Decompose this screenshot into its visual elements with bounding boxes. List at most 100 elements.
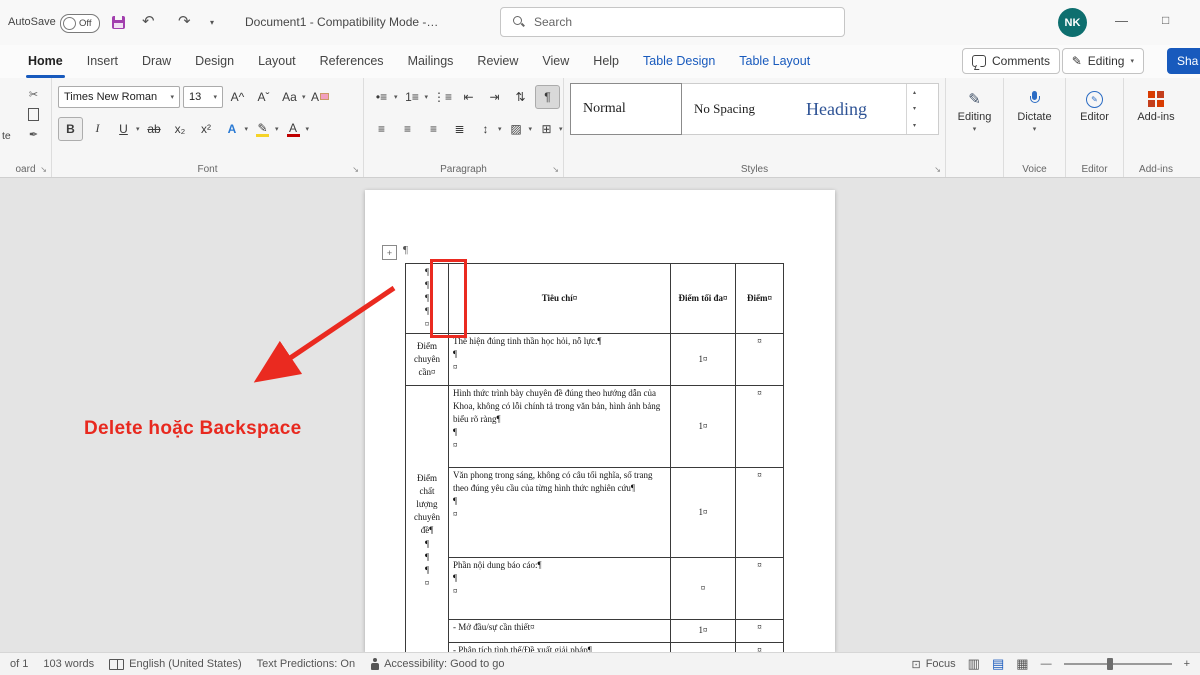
search-input[interactable]: Search <box>500 7 845 37</box>
paste-button-partial[interactable]: te <box>2 130 11 142</box>
borders-button[interactable]: ⊞ <box>535 118 558 140</box>
max-cell[interactable]: 1¤ <box>671 468 736 558</box>
tab-review[interactable]: Review <box>465 45 530 78</box>
max-cell[interactable]: 1¤ <box>671 386 736 468</box>
tab-home[interactable]: Home <box>16 45 75 78</box>
score-cell[interactable]: ¤ <box>736 468 784 558</box>
style-no-spacing[interactable]: No Spacing <box>682 84 794 134</box>
change-case-button[interactable]: Aa <box>278 86 301 108</box>
tab-draw[interactable]: Draw <box>130 45 183 78</box>
tab-references[interactable]: References <box>308 45 396 78</box>
redo-button[interactable]: ↷ <box>178 12 191 30</box>
justify-button[interactable]: ≣ <box>448 118 471 140</box>
tab-help[interactable]: Help <box>581 45 631 78</box>
line-spacing-button[interactable]: ↕ <box>474 118 497 140</box>
styles-more-button[interactable]: ▴ ▾ ▾ <box>906 84 922 134</box>
print-layout-button[interactable]: ▤ <box>992 656 1004 672</box>
text-effects-button[interactable]: A <box>221 118 244 140</box>
style-heading[interactable]: Heading <box>794 84 906 134</box>
bullets-button[interactable]: •≡ <box>370 86 393 108</box>
zoom-slider-thumb[interactable] <box>1107 658 1113 670</box>
max-cell[interactable]: ¤ <box>671 558 736 620</box>
tab-table-layout[interactable]: Table Layout <box>727 45 822 78</box>
max-cell[interactable]: 1¤ <box>671 643 736 653</box>
tab-design[interactable]: Design <box>183 45 246 78</box>
format-painter-icon[interactable]: ✒ <box>29 128 38 141</box>
tab-mailings[interactable]: Mailings <box>396 45 466 78</box>
undo-button[interactable]: ↶ <box>142 12 155 30</box>
avatar[interactable]: NK <box>1058 8 1087 37</box>
criteria-cell[interactable]: Thể hiện đúng tinh thần học hỏi, nỗ lực.… <box>449 334 671 386</box>
dictate-button[interactable]: Dictate ▾ <box>1010 83 1059 133</box>
clipboard-dialog-launcher[interactable]: ↘ <box>40 165 47 174</box>
word-count[interactable]: 103 words <box>43 658 94 670</box>
subscript-button[interactable]: x₂ <box>169 118 192 140</box>
share-button[interactable]: Sha <box>1167 48 1200 74</box>
score-cell[interactable]: ¤ <box>736 334 784 386</box>
criteria-cell[interactable]: - Phân tích tình thế/Đề xuất giải pháp¶ <box>449 643 671 653</box>
bold-button[interactable]: B <box>58 117 83 141</box>
editing-button[interactable]: ✎ Editing ▾ <box>952 83 997 133</box>
addins-button[interactable]: Add-ins <box>1130 83 1182 123</box>
criteria-cell[interactable]: - Mở đầu/sự cần thiết¤ <box>449 620 671 643</box>
font-dialog-launcher[interactable]: ↘ <box>352 165 359 174</box>
score-cell[interactable]: ¤ <box>736 643 784 653</box>
multilevel-list-button[interactable]: ⋮≡ <box>431 86 454 108</box>
zoom-in-button[interactable]: + <box>1184 658 1190 670</box>
score-cell[interactable]: ¤ <box>736 620 784 643</box>
show-hide-marks-button[interactable]: ¶ <box>535 85 560 109</box>
comments-button[interactable]: Comments <box>962 48 1060 74</box>
max-cell[interactable]: 1¤ <box>671 334 736 386</box>
row-group-label-cell[interactable]: Điểm chất lượng chuyên đề¶ ¶ ¶ ¶ ¤ <box>406 386 449 653</box>
read-mode-button[interactable]: ▥ <box>968 656 980 672</box>
table-move-handle[interactable]: + <box>382 245 397 260</box>
copy-icon[interactable] <box>28 108 39 121</box>
tab-insert[interactable]: Insert <box>75 45 130 78</box>
styles-dialog-launcher[interactable]: ↘ <box>934 165 941 174</box>
zoom-slider[interactable] <box>1064 663 1172 665</box>
header-criteria-cell[interactable]: Tiêu chí¤ <box>449 264 671 334</box>
increase-indent-button[interactable]: ⇥ <box>483 86 506 108</box>
proofing-button[interactable]: English (United States) <box>109 658 242 670</box>
restore-button[interactable]: □ <box>1162 13 1169 27</box>
numbering-button[interactable]: 1≡ <box>401 86 424 108</box>
shading-button[interactable]: ▨ <box>505 118 528 140</box>
page-indicator[interactable]: of 1 <box>10 658 28 670</box>
sort-button[interactable]: ⇅ <box>509 86 532 108</box>
web-layout-button[interactable]: ▦ <box>1016 656 1028 672</box>
editing-mode-button[interactable]: ✎ Editing ▾ <box>1062 48 1144 74</box>
strikethrough-button[interactable]: ab <box>143 118 166 140</box>
criteria-cell[interactable]: Hình thức trình bày chuyên đề đúng theo … <box>449 386 671 468</box>
quick-access-caret[interactable]: ▾ <box>210 18 214 27</box>
grow-font-button[interactable]: A^ <box>226 86 249 108</box>
align-center-button[interactable]: ≡ <box>396 118 419 140</box>
header-score-cell[interactable]: Điểm¤ <box>736 264 784 334</box>
accessibility-checker[interactable]: Accessibility: Good to go <box>370 658 504 671</box>
tab-view[interactable]: View <box>530 45 581 78</box>
tab-table-design[interactable]: Table Design <box>631 45 727 78</box>
autosave-toggle[interactable]: Off <box>60 14 100 33</box>
header-max-cell[interactable]: Điểm tối đa¤ <box>671 264 736 334</box>
paragraph-dialog-launcher[interactable]: ↘ <box>552 165 559 174</box>
highlight-color-button[interactable]: ✎ <box>251 118 274 140</box>
document-page[interactable]: + ¶ ¶ ¶ ¶ ¶ ¤ Tiêu chí¤ Điểm tối đa¤ Điể… <box>365 190 835 652</box>
align-left-button[interactable]: ≡ <box>370 118 393 140</box>
zoom-out-button[interactable]: — <box>1041 658 1052 670</box>
style-normal[interactable]: Normal <box>570 83 682 135</box>
focus-button[interactable]: ⊡ Focus <box>911 658 955 671</box>
max-cell[interactable]: 1¤ <box>671 620 736 643</box>
save-icon[interactable] <box>112 16 125 29</box>
minimize-button[interactable]: — <box>1115 13 1128 28</box>
italic-button[interactable]: I <box>86 118 109 140</box>
decrease-indent-button[interactable]: ⇤ <box>457 86 480 108</box>
criteria-cell[interactable]: Văn phong trong sáng, không có câu tối n… <box>449 468 671 558</box>
cut-icon[interactable]: ✂ <box>29 88 38 101</box>
font-size-select[interactable]: 13 ▾ <box>183 86 223 108</box>
clear-formatting-button[interactable]: A <box>309 86 332 108</box>
row-label-cell[interactable]: Điểm chuyên cần¤ <box>406 334 449 386</box>
font-color-button[interactable]: A <box>282 118 305 140</box>
superscript-button[interactable]: x² <box>195 118 218 140</box>
font-name-select[interactable]: Times New Roman ▾ <box>58 86 180 108</box>
score-cell[interactable]: ¤ <box>736 558 784 620</box>
editor-button[interactable]: ✎ Editor <box>1072 83 1117 123</box>
